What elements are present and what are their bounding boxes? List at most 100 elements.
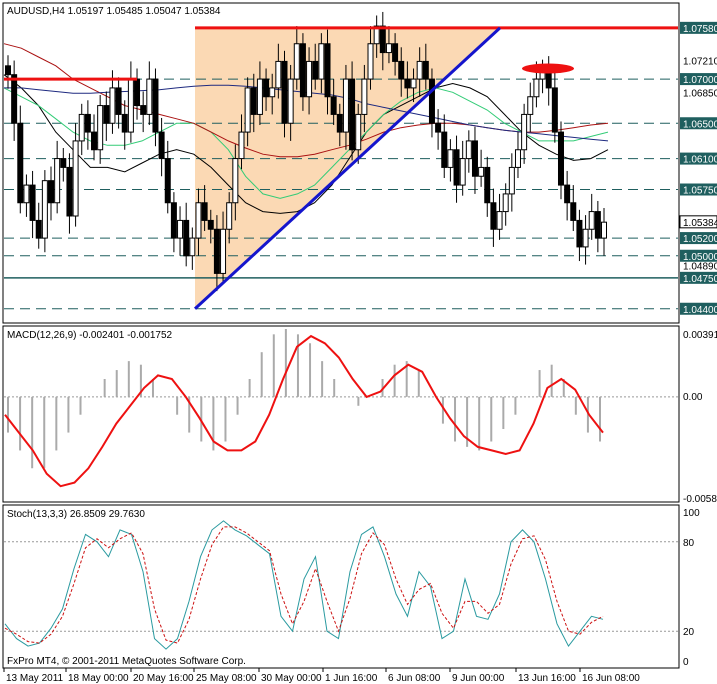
candle-body[interactable] — [54, 158, 61, 204]
candle-body[interactable] — [134, 78, 141, 107]
candle-body[interactable] — [447, 149, 454, 168]
candle-body[interactable] — [361, 78, 368, 115]
candle-body[interactable] — [551, 87, 558, 133]
candle-body[interactable] — [183, 219, 190, 257]
candle-body[interactable] — [121, 113, 128, 133]
candle-body[interactable] — [127, 78, 134, 133]
candle-body[interactable] — [367, 43, 374, 80]
candle-body[interactable] — [342, 78, 349, 133]
candle-body[interactable] — [404, 78, 411, 89]
candle-body[interactable] — [502, 193, 509, 213]
candle-body[interactable] — [140, 105, 147, 115]
candle-body[interactable] — [281, 60, 288, 124]
candle-body[interactable] — [453, 149, 460, 186]
candle-body[interactable] — [11, 74, 18, 124]
candle-body[interactable] — [5, 65, 11, 76]
candle-body[interactable] — [115, 87, 122, 115]
candle-body[interactable] — [207, 219, 214, 230]
candle-body[interactable] — [109, 87, 116, 124]
candle-body[interactable] — [588, 211, 595, 230]
candle-body[interactable] — [392, 43, 399, 62]
candle-body[interactable] — [601, 221, 607, 239]
candle-body[interactable] — [416, 60, 423, 80]
candle-body[interactable] — [312, 60, 319, 80]
candle-body[interactable] — [306, 60, 313, 98]
candle-body[interactable] — [478, 166, 485, 177]
candle-body[interactable] — [324, 43, 331, 98]
candle-body[interactable] — [269, 87, 276, 98]
candle-body[interactable] — [232, 158, 239, 204]
candle-body[interactable] — [177, 219, 184, 239]
candle-body[interactable] — [564, 184, 571, 204]
candle-body[interactable] — [189, 237, 196, 257]
candle-body[interactable] — [17, 122, 24, 204]
candle-body[interactable] — [508, 166, 515, 195]
candle-body[interactable] — [594, 211, 601, 239]
candle-body[interactable] — [29, 184, 36, 221]
candle-body[interactable] — [238, 131, 245, 160]
candle-body[interactable] — [533, 78, 540, 98]
candle-body[interactable] — [318, 43, 325, 80]
candle-body[interactable] — [490, 202, 497, 230]
candle-body[interactable] — [336, 113, 343, 133]
candle-body[interactable] — [97, 105, 104, 151]
candle-body[interactable] — [250, 87, 257, 115]
candle-body[interactable] — [441, 131, 448, 168]
candle-body[interactable] — [428, 78, 435, 124]
candle-body[interactable] — [35, 219, 42, 239]
candle-body[interactable] — [471, 140, 478, 177]
candle-body[interactable] — [84, 113, 91, 133]
candle-body[interactable] — [465, 140, 472, 160]
candle-body[interactable] — [146, 78, 153, 115]
price-tick-label: 1.05384 — [683, 218, 717, 229]
candle-body[interactable] — [330, 96, 337, 115]
candle-body[interactable] — [60, 158, 67, 168]
time-tick-label: 1 Jun 16:00 — [325, 673, 378, 684]
candle-body[interactable] — [527, 96, 534, 115]
stoch-pane-frame — [2, 504, 680, 669]
candle-body[interactable] — [521, 113, 528, 151]
candle-body[interactable] — [293, 43, 300, 80]
candle-body[interactable] — [256, 78, 263, 115]
candle-body[interactable] — [91, 131, 98, 151]
candle-body[interactable] — [582, 228, 589, 248]
candle-body[interactable] — [299, 43, 306, 98]
candle-body[interactable] — [410, 78, 417, 89]
candle-body[interactable] — [459, 158, 466, 186]
candle-body[interactable] — [385, 43, 392, 54]
candle-body[interactable] — [570, 202, 577, 221]
candle-body[interactable] — [263, 78, 270, 98]
candle-body[interactable] — [557, 131, 564, 186]
candle-body[interactable] — [158, 131, 165, 160]
candle-body[interactable] — [275, 60, 282, 89]
candle-body[interactable] — [484, 166, 491, 204]
candle-body[interactable] — [78, 113, 85, 142]
candle-body[interactable] — [41, 180, 48, 239]
candle-body[interactable] — [349, 78, 356, 151]
candle-body[interactable] — [379, 25, 386, 54]
candle-body[interactable] — [244, 87, 251, 133]
candle-body[interactable] — [576, 219, 583, 248]
highlight-ellipse[interactable] — [522, 63, 574, 74]
candle-body[interactable] — [72, 140, 79, 217]
candle-body[interactable] — [355, 113, 362, 151]
candle-body[interactable] — [287, 78, 294, 124]
candle-body[interactable] — [213, 228, 220, 274]
candle-body[interactable] — [398, 60, 405, 80]
candle-body[interactable] — [170, 202, 177, 239]
candle-body[interactable] — [514, 149, 521, 168]
candle-body[interactable] — [220, 228, 227, 274]
candle-body[interactable] — [435, 122, 442, 133]
candle-body[interactable] — [23, 184, 30, 204]
candle-body[interactable] — [226, 202, 233, 230]
candle-body[interactable] — [66, 166, 73, 217]
candle-body[interactable] — [152, 78, 159, 133]
candle-body[interactable] — [103, 105, 110, 124]
candle-body[interactable] — [48, 180, 55, 204]
candle-body[interactable] — [422, 60, 429, 80]
candle-body[interactable] — [195, 202, 202, 239]
candle-body[interactable] — [201, 202, 208, 221]
candle-body[interactable] — [496, 211, 503, 230]
stoch-tick-label: 100 — [683, 508, 700, 519]
candle-body[interactable] — [164, 158, 171, 204]
